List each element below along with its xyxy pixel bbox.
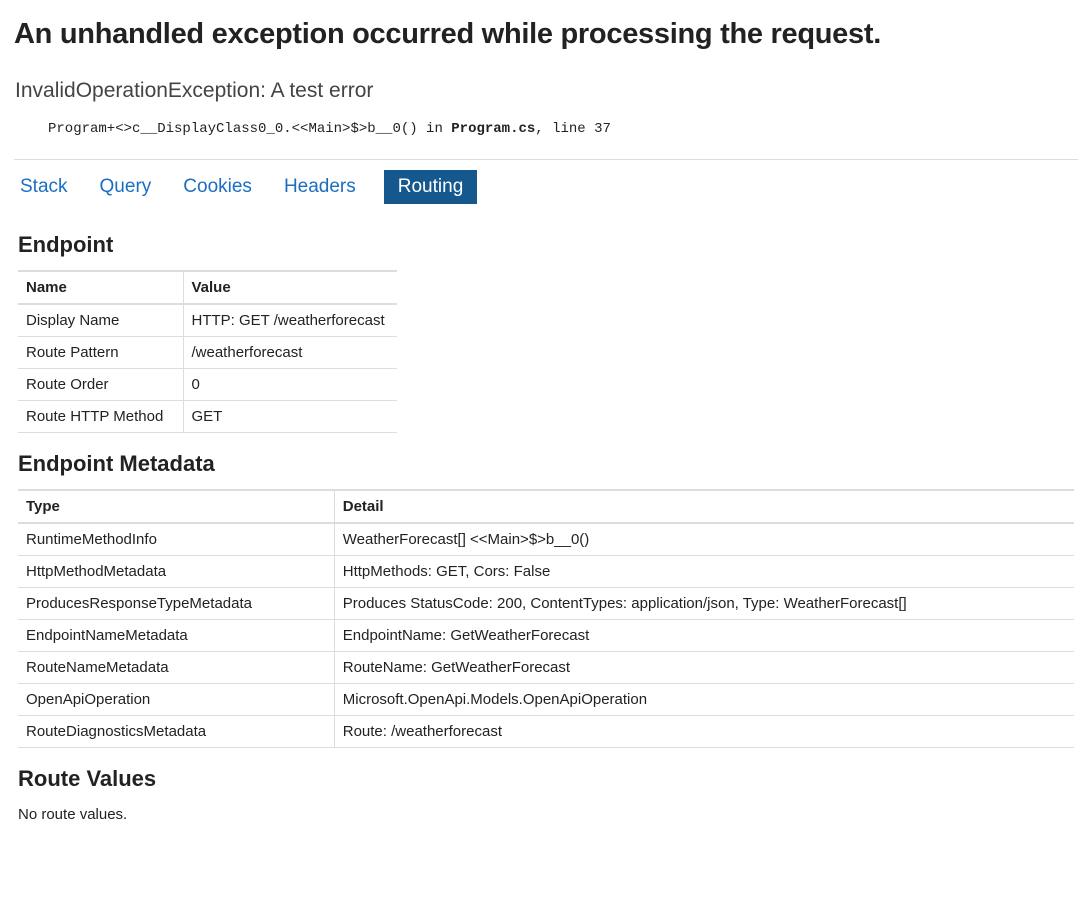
endpoint-value: HTTP: GET /weatherforecast [183, 304, 397, 337]
table-row: RuntimeMethodInfoWeatherForecast[] <<Mai… [18, 523, 1074, 556]
tab-query[interactable]: Query [100, 170, 152, 204]
metadata-detail: Microsoft.OpenApi.Models.OpenApiOperatio… [334, 684, 1074, 716]
metadata-type: RouteDiagnosticsMetadata [18, 716, 334, 748]
endpoint-value: GET [183, 401, 397, 433]
metadata-detail: HttpMethods: GET, Cors: False [334, 556, 1074, 588]
metadata-detail: RouteName: GetWeatherForecast [334, 652, 1074, 684]
endpoint-heading: Endpoint [14, 232, 1078, 258]
metadata-type: HttpMethodMetadata [18, 556, 334, 588]
endpoint-name: Route Order [18, 369, 183, 401]
metadata-type: ProducesResponseTypeMetadata [18, 588, 334, 620]
metadata-detail: Route: /weatherforecast [334, 716, 1074, 748]
endpoint-name: Display Name [18, 304, 183, 337]
separator [14, 159, 1078, 160]
metadata-type: OpenApiOperation [18, 684, 334, 716]
stack-line-suffix: , line 37 [535, 121, 611, 137]
metadata-detail: Produces StatusCode: 200, ContentTypes: … [334, 588, 1074, 620]
metadata-table: Type Detail RuntimeMethodInfoWeatherFore… [18, 489, 1074, 748]
table-row: OpenApiOperationMicrosoft.OpenApi.Models… [18, 684, 1074, 716]
table-row: HttpMethodMetadataHttpMethods: GET, Cors… [18, 556, 1074, 588]
tab-routing[interactable]: Routing [384, 170, 478, 204]
metadata-th-detail: Detail [334, 490, 1074, 523]
metadata-detail: EndpointName: GetWeatherForecast [334, 620, 1074, 652]
stack-file: Program.cs [451, 121, 535, 137]
stack-frame: Program+<>c__DisplayClass0_0.<<Main>$>b_… [14, 121, 1078, 137]
no-route-values: No route values. [14, 806, 1078, 823]
table-row: Route Order0 [18, 369, 397, 401]
page-title: An unhandled exception occurred while pr… [14, 18, 1078, 51]
endpoint-name: Route HTTP Method [18, 401, 183, 433]
metadata-type: RuntimeMethodInfo [18, 523, 334, 556]
endpoint-name: Route Pattern [18, 337, 183, 369]
tab-stack[interactable]: Stack [20, 170, 68, 204]
tab-headers[interactable]: Headers [284, 170, 356, 204]
metadata-detail: WeatherForecast[] <<Main>$>b__0() [334, 523, 1074, 556]
table-row: Display NameHTTP: GET /weatherforecast [18, 304, 397, 337]
table-row: Route Pattern/weatherforecast [18, 337, 397, 369]
stack-method: Program+<>c__DisplayClass0_0.<<Main>$>b_… [48, 121, 451, 137]
endpoint-value: /weatherforecast [183, 337, 397, 369]
endpoint-th-value: Value [183, 271, 397, 304]
tab-cookies[interactable]: Cookies [183, 170, 252, 204]
table-row: Route HTTP MethodGET [18, 401, 397, 433]
tab-bar: Stack Query Cookies Headers Routing [14, 170, 1078, 204]
endpoint-th-name: Name [18, 271, 183, 304]
endpoint-value: 0 [183, 369, 397, 401]
endpoint-table: Name Value Display NameHTTP: GET /weathe… [18, 270, 397, 433]
metadata-type: EndpointNameMetadata [18, 620, 334, 652]
metadata-th-type: Type [18, 490, 334, 523]
table-row: RouteNameMetadataRouteName: GetWeatherFo… [18, 652, 1074, 684]
table-row: ProducesResponseTypeMetadataProduces Sta… [18, 588, 1074, 620]
route-values-heading: Route Values [14, 766, 1078, 792]
table-row: RouteDiagnosticsMetadataRoute: /weatherf… [18, 716, 1074, 748]
metadata-type: RouteNameMetadata [18, 652, 334, 684]
metadata-heading: Endpoint Metadata [14, 451, 1078, 477]
table-row: EndpointNameMetadataEndpointName: GetWea… [18, 620, 1074, 652]
exception-message: InvalidOperationException: A test error [14, 79, 1078, 103]
